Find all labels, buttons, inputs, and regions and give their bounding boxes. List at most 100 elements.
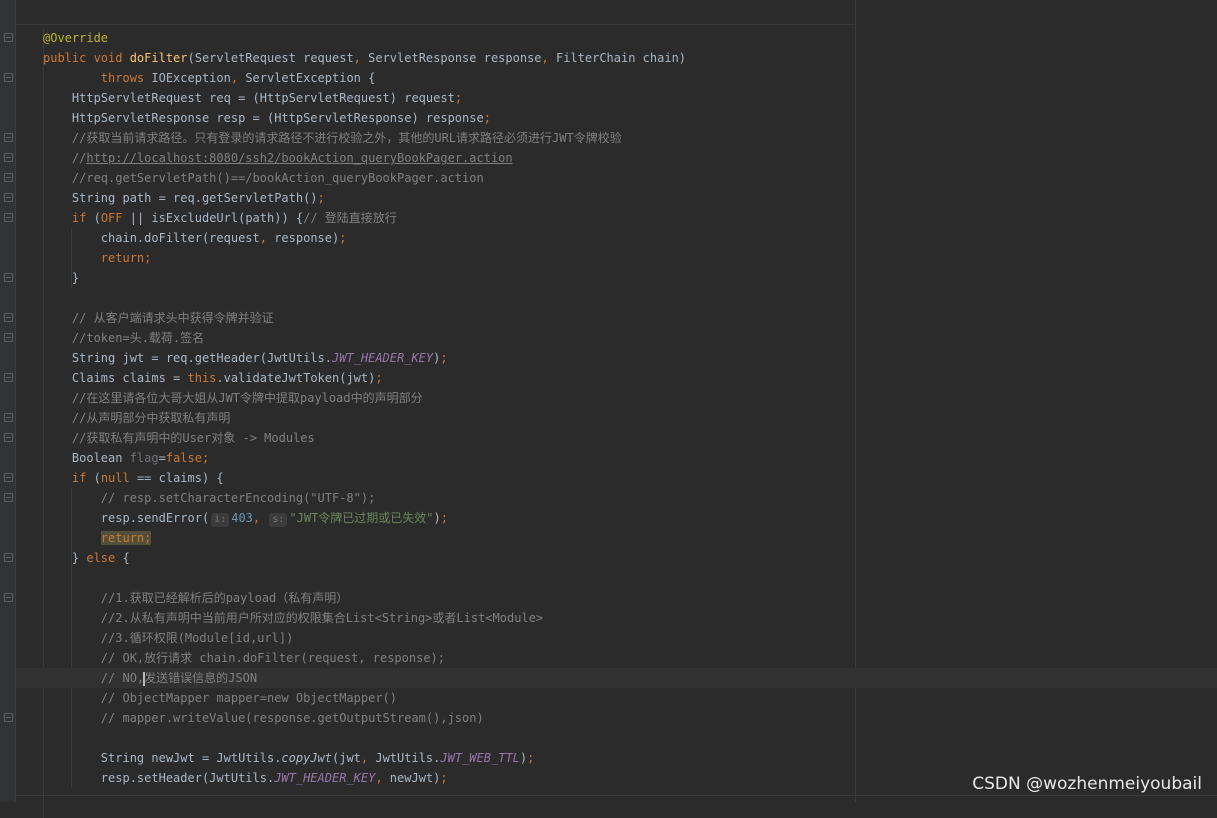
- code-token: //token=头.载荷.签名: [43, 331, 205, 345]
- code-line-dofilter-sig[interactable]: public void doFilter(ServletRequest requ…: [43, 48, 686, 68]
- code-token: // resp.setCharacterEncoding("UTF-8");: [43, 491, 376, 505]
- fold-marker-icon[interactable]: [4, 33, 13, 42]
- code-line-c4[interactable]: // 从客户端请求头中获得令牌并验证: [43, 308, 274, 328]
- code-token: ,: [353, 51, 369, 65]
- code-token: String jwt = req.getHeader(JwtUtils.: [43, 351, 332, 365]
- code-line-else[interactable]: } else {: [43, 548, 130, 568]
- code-line-return1[interactable]: return;: [43, 248, 152, 268]
- code-line-c6[interactable]: //在这里请各位大哥大姐从JWT令牌中提取payload中的声明部分: [43, 388, 423, 408]
- code-token: resp.setHeader(JwtUtils.: [43, 771, 275, 785]
- code-token: ,: [375, 771, 390, 785]
- code-token: flag: [129, 451, 159, 465]
- fold-marker-icon[interactable]: [4, 413, 13, 422]
- code-token: (: [93, 471, 101, 485]
- code-token: String path = req.getServletPath(): [43, 191, 318, 205]
- code-token: HttpServletResponse resp = (HttpServletR…: [43, 111, 484, 125]
- fold-marker-icon[interactable]: [4, 193, 13, 202]
- code-token: JWT_WEB_TTL: [440, 751, 520, 765]
- code-line-c15[interactable]: // ObjectMapper mapper=new ObjectMapper(…: [43, 688, 397, 708]
- code-token: false: [165, 451, 202, 465]
- code-line-path[interactable]: String path = req.getServletPath();: [43, 188, 325, 208]
- code-line-req[interactable]: HttpServletRequest req = (HttpServletReq…: [43, 88, 462, 108]
- code-line-if-off[interactable]: if (OFF || isExcludeUrl(path)) {// 登陆直接放…: [43, 208, 397, 228]
- code-line-c8[interactable]: //获取私有声明中的User对象 -> Modules: [43, 428, 315, 448]
- code-line-c16[interactable]: // mapper.writeValue(response.getOutputS…: [43, 708, 484, 728]
- code-line-c10[interactable]: //1.获取已经解析后的payload（私有声明）: [43, 588, 348, 608]
- code-token: ;: [483, 111, 491, 125]
- code-token: }: [43, 271, 80, 285]
- code-token: ;: [317, 191, 325, 205]
- code-token: this: [187, 371, 217, 385]
- code-line-c12[interactable]: //3.循环权限(Module[id,url]): [43, 628, 294, 648]
- code-line-c1[interactable]: //获取当前请求路径。只有登录的请求路径不进行校验之外，其他的URL请求路径必须…: [43, 128, 622, 148]
- code-line-setheader[interactable]: resp.setHeader(JwtUtils.JWT_HEADER_KEY, …: [43, 768, 448, 788]
- fold-marker-icon[interactable]: [4, 133, 13, 142]
- code-line-resp[interactable]: HttpServletResponse resp = (HttpServletR…: [43, 108, 491, 128]
- code-token: // NO,: [43, 671, 145, 685]
- code-token: ;: [440, 771, 448, 785]
- code-token: //: [43, 151, 87, 165]
- code-token: doFilter: [129, 51, 188, 65]
- code-token: else: [86, 551, 123, 565]
- code-line-c9[interactable]: // resp.setCharacterEncoding("UTF-8");: [43, 488, 376, 508]
- code-token: String newJwt = JwtUtils.: [43, 751, 282, 765]
- fold-marker-icon[interactable]: [4, 213, 13, 222]
- code-line-c7[interactable]: //从声明部分中获取私有声明: [43, 408, 230, 428]
- code-token: null: [100, 471, 130, 485]
- code-line-close1[interactable]: }: [43, 268, 79, 288]
- code-token: Claims claims =: [43, 371, 188, 385]
- code-token: return;: [43, 251, 152, 265]
- code-line-flag[interactable]: Boolean flag=false;: [43, 448, 209, 468]
- code-line-c13[interactable]: // OK,放行请求 chain.doFilter(request, respo…: [43, 648, 445, 668]
- code-token: // ObjectMapper mapper=new ObjectMapper(…: [43, 691, 398, 705]
- code-line-c2[interactable]: //http://localhost:8080/ssh2/bookAction_…: [43, 148, 513, 168]
- code-token: // OK,放行请求 chain.doFilter(request, respo…: [43, 651, 446, 665]
- code-token: //req.getServletPath()==/bookAction_quer…: [43, 171, 484, 185]
- code-line-newjwt[interactable]: String newJwt = JwtUtils.copyJwt(jwt, Jw…: [43, 748, 535, 768]
- code-line-return2[interactable]: return;: [43, 528, 152, 548]
- fold-marker-icon[interactable]: [4, 273, 13, 282]
- code-token: newJwt): [389, 771, 441, 785]
- method-separator-bottom: [15, 795, 1217, 796]
- fold-marker-icon[interactable]: [4, 73, 13, 82]
- code-token: if: [43, 471, 94, 485]
- code-line-c11[interactable]: //2.从私有声明中当前用户所对应的权限集合List<String>或者List…: [43, 608, 543, 628]
- fold-marker-icon[interactable]: [4, 593, 13, 602]
- code-line-c14[interactable]: // NO,发送错误信息的JSON: [16, 668, 1217, 688]
- code-line-senderror[interactable]: resp.sendError(i: 403, s: "JWT令牌已过期或已失效");: [43, 508, 448, 528]
- code-line-override[interactable]: @Override: [43, 28, 108, 48]
- fold-marker-icon[interactable]: [4, 173, 13, 182]
- code-line-c5[interactable]: //token=头.载荷.签名: [43, 328, 204, 348]
- fold-marker-icon[interactable]: [4, 153, 13, 162]
- code-line-chain-do[interactable]: chain.doFilter(request, response);: [43, 228, 347, 248]
- code-line-c3[interactable]: //req.getServletPath()==/bookAction_quer…: [43, 168, 484, 188]
- code-token: OFF: [100, 211, 123, 225]
- code-token: 发送错误信息的JSON: [144, 671, 258, 685]
- code-line-throws[interactable]: throws IOException, ServletException {: [43, 68, 376, 88]
- code-token: "JWT令牌已过期或已失效": [289, 511, 434, 525]
- code-token: ServletException {: [245, 71, 376, 85]
- code-line-claims[interactable]: Claims claims = this.validateJwtToken(jw…: [43, 368, 383, 388]
- fold-marker-icon[interactable]: [4, 473, 13, 482]
- code-token: resp.sendError(: [43, 511, 210, 525]
- fold-marker-icon[interactable]: [4, 553, 13, 562]
- fold-marker-icon[interactable]: [4, 313, 13, 322]
- code-token: ,: [360, 751, 376, 765]
- fold-marker-icon[interactable]: [4, 493, 13, 502]
- code-token: // 登陆直接放行: [303, 211, 397, 225]
- code-line-jwt[interactable]: String jwt = req.getHeader(JwtUtils.JWT_…: [43, 348, 448, 368]
- fold-marker-icon[interactable]: [4, 713, 13, 722]
- code-token: //获取私有声明中的User对象 -> Modules: [43, 431, 315, 445]
- parameter-hint: i:: [211, 513, 230, 527]
- parameter-hint: s:: [269, 513, 288, 527]
- code-line-if-null[interactable]: if (null == claims) {: [43, 468, 224, 488]
- code-token: FilterChain chain): [555, 51, 687, 65]
- code-token: // mapper.writeValue(response.getOutputS…: [43, 711, 484, 725]
- fold-marker-icon[interactable]: [4, 433, 13, 442]
- code-editor[interactable]: @Override public void doFilter(ServletReq…: [0, 0, 1217, 818]
- fold-marker-icon[interactable]: [4, 333, 13, 342]
- code-token: public void: [43, 51, 130, 65]
- fold-marker-icon[interactable]: [4, 373, 13, 382]
- code-token: http://localhost:8080/ssh2/bookAction_qu…: [86, 151, 513, 165]
- code-token: //2.从私有声明中当前用户所对应的权限集合List<String>或者List…: [43, 611, 544, 625]
